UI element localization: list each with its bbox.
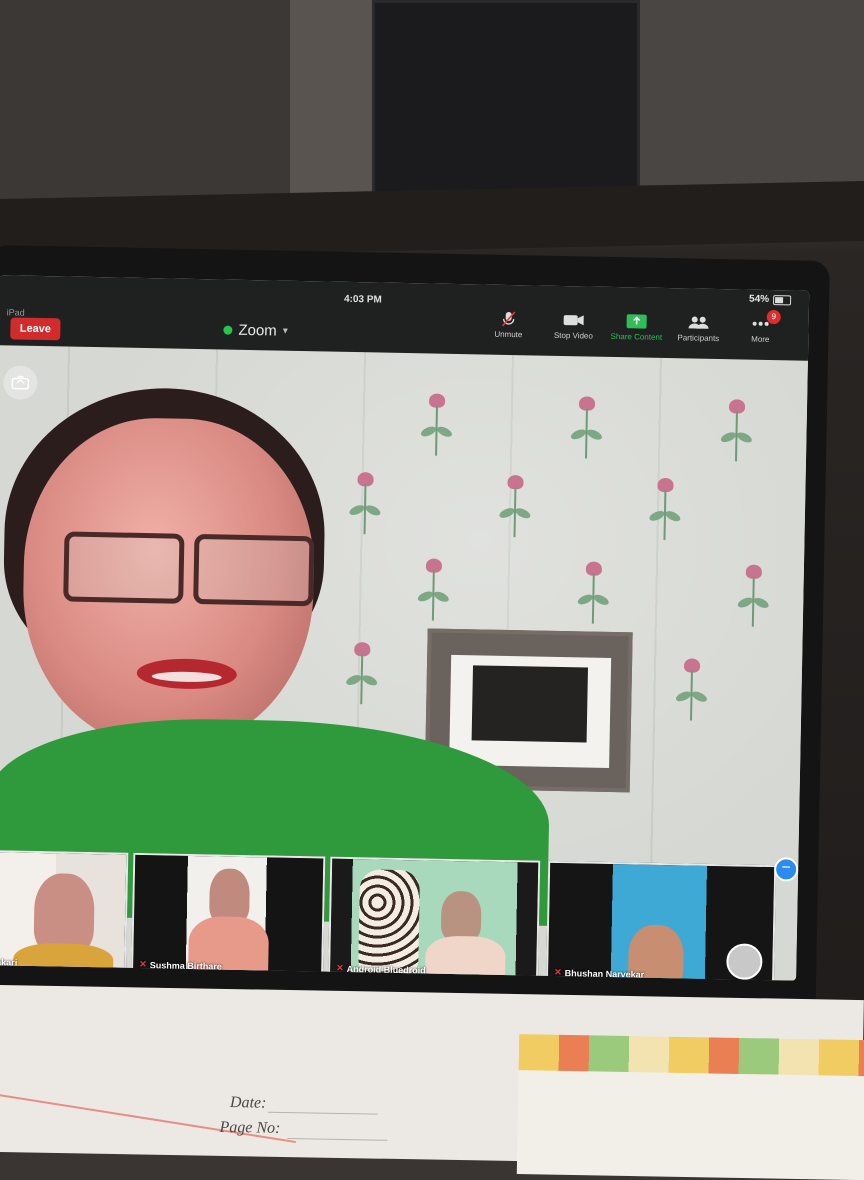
carrier-label: iPad [6, 307, 25, 318]
wallpaper-flower [573, 561, 614, 632]
page-number-label: Page No: [219, 1118, 281, 1137]
encryption-dot-icon [223, 325, 233, 335]
leave-button[interactable]: Leave [10, 317, 61, 341]
wallpaper-flower [733, 564, 774, 635]
battery-percent: 54% [748, 293, 770, 305]
status-time: 4:03 PM [343, 293, 382, 306]
zoom-screen: hi Sitakari ✕Sushma Birthare ✕Android Bl… [0, 275, 810, 981]
participant-tile[interactable]: ✕ Sushma Birthare [130, 852, 326, 981]
page-number-line [287, 1138, 388, 1141]
app-title-text: Zoom [238, 321, 277, 340]
fabric-cover [518, 1034, 864, 1077]
date-line [267, 1111, 378, 1115]
participants-button[interactable]: Participants [668, 314, 729, 343]
tablet-device: hi Sitakari ✕Sushma Birthare ✕Android Bl… [0, 245, 830, 1021]
participant-tile[interactable]: ✕ Bhushan Narvekar [545, 860, 777, 981]
mic-muted-icon: ✕ [554, 966, 562, 978]
mic-muted-icon: ✕ [336, 962, 344, 973]
minimize-thumbnails-button[interactable]: − [773, 857, 799, 882]
notebook-page: Date: Page No: [0, 985, 864, 1180]
participant-name: ✕ Android Bluedroid [336, 962, 426, 975]
more-button[interactable]: 9 More [730, 309, 791, 344]
unmute-button[interactable]: Unmute [478, 310, 539, 339]
wallpaper-flower [644, 477, 685, 549]
participant-name: hi Sitakari [0, 957, 18, 968]
glasses [63, 531, 315, 607]
wallpaper-flower [716, 399, 757, 470]
share-screen-icon [626, 314, 647, 329]
meeting-title[interactable]: Zoom ▾ [223, 321, 288, 340]
participant-tile[interactable]: hi Sitakari [0, 849, 129, 978]
wall-right [640, 0, 864, 185]
participant-name: ✕ Sushma Birthare [139, 958, 222, 972]
participant-tile[interactable]: ✕ Android Bluedroid [327, 856, 541, 981]
chevron-down-icon: ▾ [282, 325, 288, 337]
battery-status: 54% [748, 293, 792, 306]
mic-off-icon [501, 311, 516, 327]
speaker-person [0, 385, 557, 926]
stop-video-button[interactable]: Stop Video [543, 312, 604, 341]
video-camera-icon [563, 315, 584, 326]
wallpaper-flower [671, 658, 712, 729]
date-label: Date: [229, 1094, 267, 1112]
battery-icon [773, 294, 792, 305]
television [372, 0, 640, 205]
participant-name: ✕ Bhushan Narvekar [554, 966, 645, 980]
mic-muted-icon: ✕ [139, 958, 147, 970]
participant-strip: hi Sitakari ✕Sushma Birthare ✕Android Bl… [0, 849, 808, 981]
share-content-button[interactable]: Share Content [606, 313, 667, 342]
wallpaper-flower [566, 396, 607, 467]
active-speaker-video[interactable]: hi Sitakari ✕Sushma Birthare ✕Android Bl… [0, 345, 808, 981]
notification-badge: 9 [766, 309, 781, 325]
participants-icon [688, 316, 709, 329]
